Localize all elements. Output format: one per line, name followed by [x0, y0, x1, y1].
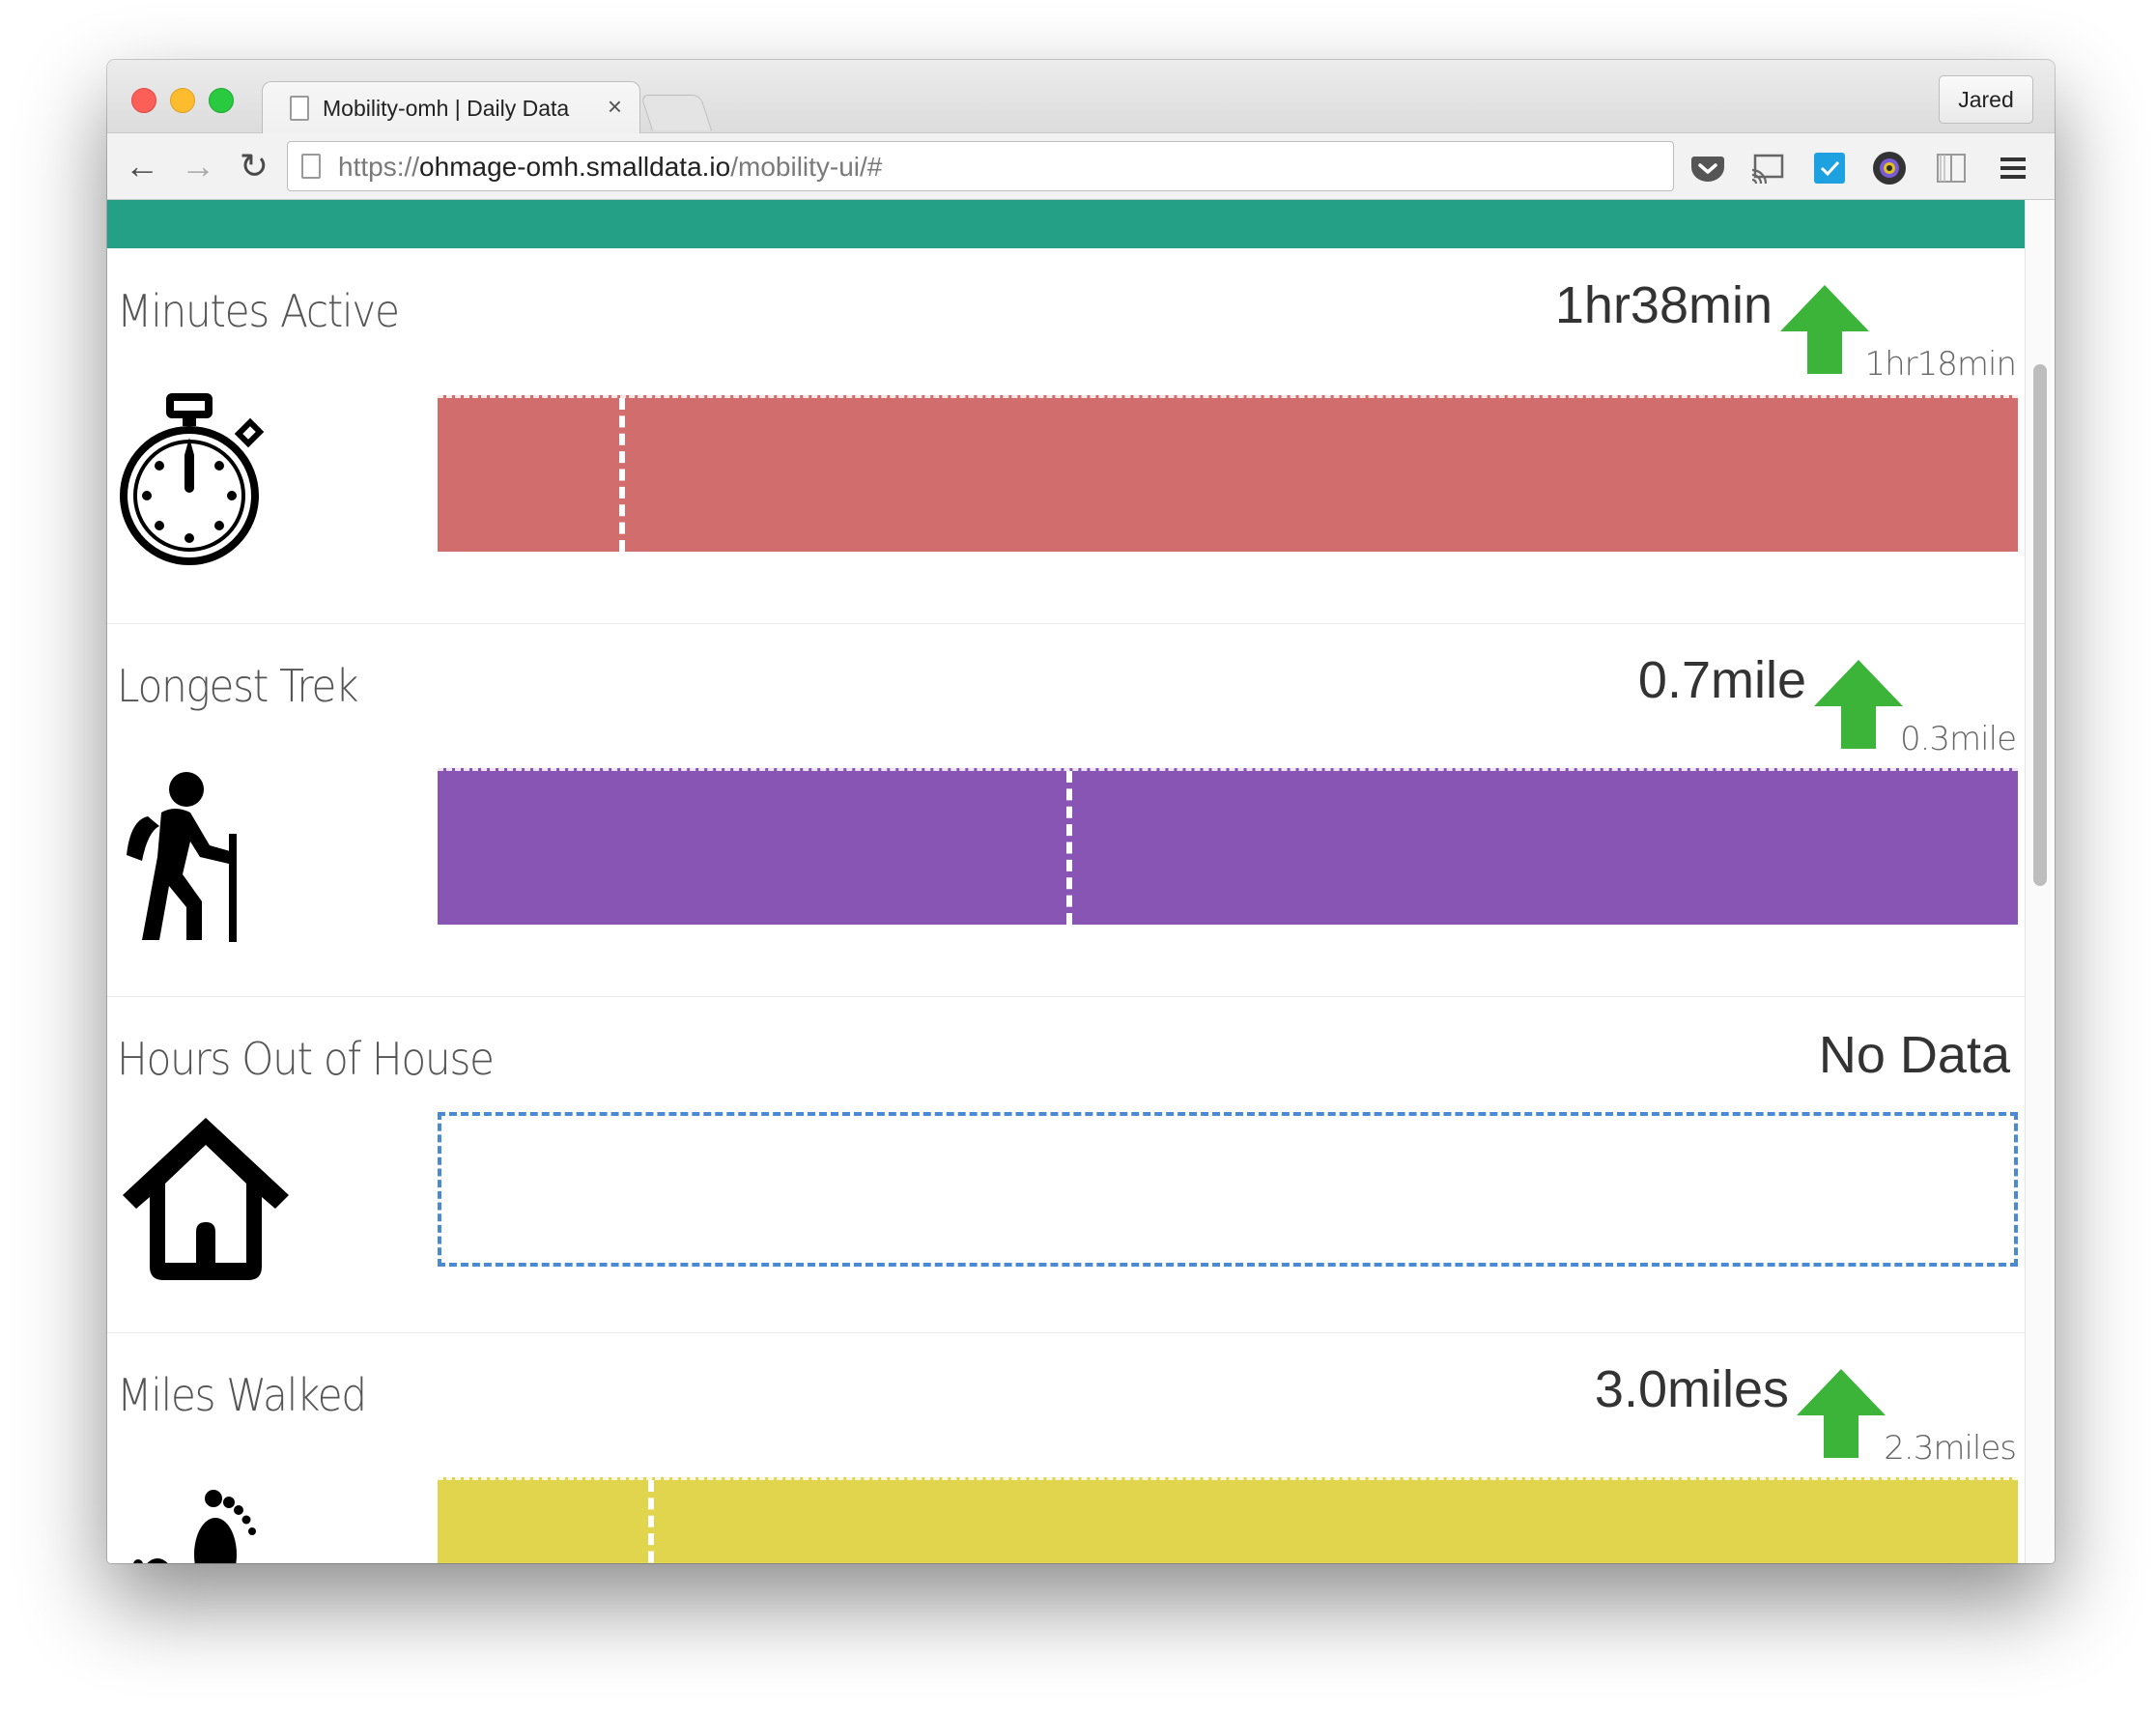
profile-button[interactable]: Jared [1939, 75, 2033, 124]
scrollbar-track[interactable] [2025, 200, 2055, 1563]
metric-value: 0.7mile [1637, 651, 1806, 709]
reload-icon[interactable]: ↻ [233, 147, 275, 185]
url-host: ohmage-omh.smalldata.io [419, 152, 731, 182]
metric-section-longest-trek: Longest Trek 0.7mile 0.3mile [107, 623, 2026, 997]
trend-up-arrow-icon [1797, 1369, 1886, 1458]
metric-bar-longest-trek [438, 768, 2018, 925]
metric-bar-miles-walked [438, 1477, 2018, 1563]
trend-up-arrow-icon [1814, 660, 1903, 749]
scrollbar-thumb[interactable] [2033, 364, 2047, 886]
window-close-button[interactable] [131, 88, 156, 113]
forward-arrow-icon[interactable]: → [177, 147, 219, 185]
metric-previous-value: 2.3miles [1884, 1429, 2017, 1468]
browser-tab-active[interactable]: Mobility-omh | Daily Data × [262, 81, 640, 134]
address-url[interactable]: https://ohmage-omh.smalldata.io/mobility… [338, 152, 882, 183]
new-tab-button[interactable] [639, 95, 713, 130]
metric-label: Longest Trek [117, 660, 359, 712]
pocket-icon[interactable] [1689, 149, 1726, 185]
browser-toolbar: ← → ↻ https://ohmage-omh.smalldata.io/mo… [107, 133, 2055, 200]
tab-title: Mobility-omh | Daily Data [323, 96, 570, 121]
previous-value-marker [1066, 771, 1073, 925]
metric-previous-value: 1hr18min [1864, 345, 2017, 384]
window-maximize-button[interactable] [209, 88, 234, 113]
metric-section-miles-walked: Miles Walked 3.0miles 2.3miles [107, 1332, 2026, 1563]
stopwatch-icon [120, 393, 264, 565]
trend-up-arrow-icon [1780, 285, 1869, 374]
house-icon [123, 1118, 289, 1280]
desktop-background: Mobility-omh | Daily Data × Jared ← → ↻ … [0, 0, 2156, 1712]
app-header-bar [107, 200, 2026, 248]
browser-window: Mobility-omh | Daily Data × Jared ← → ↻ … [107, 60, 2055, 1563]
metric-section-hours-out-of-house: Hours Out of House No Data [107, 996, 2026, 1333]
previous-value-marker [647, 1480, 654, 1563]
previous-value-marker [619, 398, 626, 552]
metric-previous-value: 0.3mile [1899, 720, 2017, 758]
metric-label: Miles Walked [117, 1369, 367, 1421]
metric-value: 3.0miles [1594, 1360, 1789, 1418]
cast-icon[interactable] [1749, 149, 1786, 185]
footprints-icon [133, 1490, 256, 1563]
address-bar[interactable]: https://ohmage-omh.smalldata.io/mobility… [287, 141, 1674, 191]
reader-icon[interactable] [1933, 149, 1970, 185]
metric-label: Minutes Active [117, 285, 400, 337]
metric-bar-empty [438, 1112, 2018, 1267]
hiker-icon [127, 772, 237, 942]
page-icon [301, 154, 321, 179]
page-viewport: Minutes Active 1hr38min 1hr18min Longest… [107, 200, 2055, 1563]
back-arrow-icon[interactable]: ← [121, 147, 163, 185]
tab-close-icon[interactable]: × [608, 92, 622, 122]
window-minimize-button[interactable] [170, 88, 195, 113]
metric-bar-minutes-active [438, 395, 2018, 552]
page-icon [290, 96, 309, 121]
metric-value: No Data [1818, 1026, 2010, 1084]
metric-value: 1hr38min [1554, 276, 1773, 334]
metric-label: Hours Out of House [117, 1033, 495, 1085]
title-bar: Mobility-omh | Daily Data × Jared [107, 60, 2055, 134]
checkmark-extension-icon[interactable] [1811, 149, 1848, 185]
metric-section-minutes-active: Minutes Active 1hr38min 1hr18min [107, 248, 2026, 624]
url-path: /mobility-ui/# [730, 152, 883, 182]
url-scheme: https:// [338, 152, 420, 182]
menu-hamburger-icon[interactable] [1995, 149, 2031, 185]
color-picker-icon[interactable] [1871, 149, 1908, 185]
